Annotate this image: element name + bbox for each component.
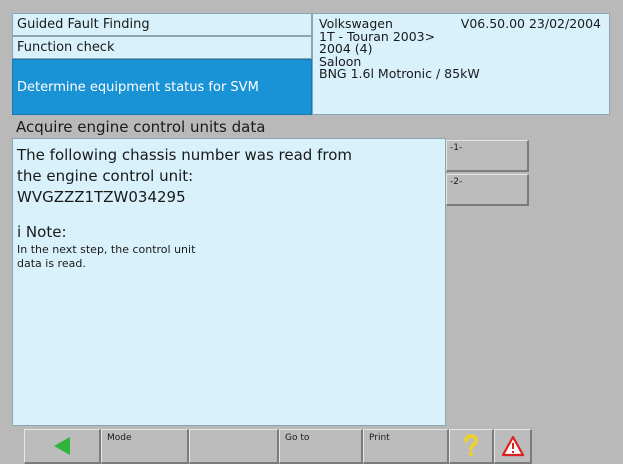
blank-toolbar-button xyxy=(189,429,279,464)
side-button-2-label: -2- xyxy=(450,177,463,187)
breadcrumb-label-3: Determine equipment status for SVM xyxy=(17,79,259,95)
breadcrumb-function-check[interactable]: Function check xyxy=(12,36,312,59)
mode-button[interactable]: Mode xyxy=(101,429,189,464)
bottom-toolbar: Mode Go to Print xyxy=(12,429,610,464)
back-arrow-icon xyxy=(54,437,70,455)
header-navigation: Guided Fault Finding Function check Dete… xyxy=(12,13,312,115)
software-version: V06.50.00 23/02/2004 xyxy=(460,16,601,31)
print-button-label: Print xyxy=(369,433,390,443)
side-button-1[interactable]: -1- xyxy=(446,140,529,172)
warning-button[interactable] xyxy=(494,429,532,464)
vehicle-year: 2004 (4) xyxy=(319,41,373,56)
help-question-icon xyxy=(464,434,478,456)
page-title: Acquire engine control units data xyxy=(12,116,610,138)
warning-triangle-icon xyxy=(501,435,524,457)
message-line-1: The following chassis number was read fr… xyxy=(17,146,353,164)
app-window: Guided Fault Finding Function check Dete… xyxy=(0,0,623,464)
chassis-number: WVGZZZ1TZW034295 xyxy=(17,188,186,206)
help-button[interactable] xyxy=(449,429,494,464)
breadcrumb-guided-fault-finding[interactable]: Guided Fault Finding xyxy=(12,13,312,36)
vehicle-info-panel: Volkswagen V06.50.00 23/02/2004 1T - Tou… xyxy=(312,13,610,115)
breadcrumb-current-step[interactable]: Determine equipment status for SVM xyxy=(12,59,312,115)
side-button-2[interactable]: -2- xyxy=(446,174,529,206)
back-button[interactable] xyxy=(24,429,101,464)
mode-button-label: Mode xyxy=(107,433,132,443)
note-line-2: data is read. xyxy=(17,257,86,270)
message-line-2: the engine control unit: xyxy=(17,167,194,185)
vehicle-engine: BNG 1.6l Motronic / 85kW xyxy=(319,66,480,81)
goto-button[interactable]: Go to xyxy=(279,429,363,464)
note-line-1: In the next step, the control unit xyxy=(17,243,196,256)
goto-button-label: Go to xyxy=(285,433,310,443)
print-button[interactable]: Print xyxy=(363,429,449,464)
breadcrumb-label-1: Guided Fault Finding xyxy=(17,17,150,32)
side-button-1-label: -1- xyxy=(450,143,463,153)
note-heading: i Note: xyxy=(17,223,67,241)
breadcrumb-label-2: Function check xyxy=(17,40,115,55)
content-panel: The following chassis number was read fr… xyxy=(12,138,446,426)
